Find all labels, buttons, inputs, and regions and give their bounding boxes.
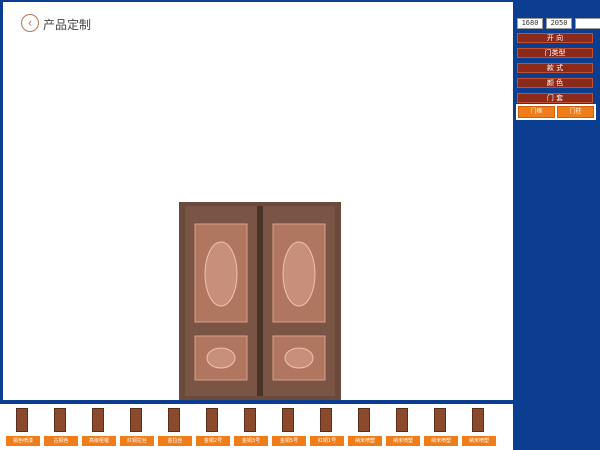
door-preview (179, 202, 341, 400)
thumbnail-label: 金铜3号 (234, 436, 268, 446)
thumbnail-item[interactable]: 红铜1号 (310, 408, 344, 448)
thumbnail-label: 古铜色 (44, 436, 78, 446)
door-pillar-button[interactable]: 门柱 (557, 106, 594, 118)
height-input[interactable]: 2050 (546, 18, 572, 29)
chevron-left-icon[interactable]: ‹ (21, 14, 39, 32)
thumbnail-label: 纳米喷塑 (462, 436, 496, 446)
thumbnail-item[interactable]: 金铜3号 (234, 408, 268, 448)
thumbnail-label: 铜色喷漆 (6, 436, 40, 446)
thumbnail-label: 纳米喷塑 (386, 436, 420, 446)
swatch (320, 408, 332, 432)
thumbnail-label: 红铜1号 (310, 436, 344, 446)
swatch (472, 408, 484, 432)
thumbnail-label: 纳米喷塑 (424, 436, 458, 446)
thumbnail-label: 金拉丝 (158, 436, 192, 446)
swatch (130, 408, 142, 432)
thumbnail-item[interactable]: 金铜2号 (196, 408, 230, 448)
extra-input[interactable] (575, 18, 600, 29)
frame-options: 门框 门柱 (516, 104, 596, 120)
thumbnail-label: 红铜拉丝 (120, 436, 154, 446)
thumbnail-item[interactable]: 金拉丝 (158, 408, 192, 448)
customization-sidebar: 1680 2050 开 向 门类型 款 式 颜 色 门 套 门框 门柱 (513, 0, 600, 450)
thumbnail-label: 纳米喷塑 (348, 436, 382, 446)
thumbnail-item[interactable]: 古铜色 (44, 408, 78, 448)
door-frame-button[interactable]: 门框 (518, 106, 555, 118)
swatch (396, 408, 408, 432)
page-title: 产品定制 (43, 18, 92, 32)
option-menu: 开 向 门类型 款 式 颜 色 门 套 (517, 33, 593, 108)
thumbnail-label: 高级哑银 (82, 436, 116, 446)
swatch (282, 408, 294, 432)
swatch (206, 408, 218, 432)
menu-open-direction[interactable]: 开 向 (517, 33, 593, 43)
thumbnail-item[interactable]: 高级哑银 (82, 408, 116, 448)
menu-door-frame[interactable]: 门 套 (517, 93, 593, 103)
thumbnail-label: 金铜2号 (196, 436, 230, 446)
swatch (434, 408, 446, 432)
dimension-inputs: 1680 2050 (517, 18, 600, 29)
thumbnail-item[interactable]: 纳米喷塑 (386, 408, 420, 448)
width-input[interactable]: 1680 (517, 18, 543, 29)
swatch (358, 408, 370, 432)
thumbnail-item[interactable]: 红铜拉丝 (120, 408, 154, 448)
menu-style[interactable]: 款 式 (517, 63, 593, 73)
thumbnail-item[interactable]: 纳米喷塑 (424, 408, 458, 448)
thumbnail-item[interactable]: 纳米喷塑 (348, 408, 382, 448)
thumbnail-item[interactable]: 金铜5号 (272, 408, 306, 448)
thumbnail-label: 金铜5号 (272, 436, 306, 446)
swatch (54, 408, 66, 432)
color-thumbnail-strip: 铜色喷漆 古铜色 高级哑银 红铜拉丝 金拉丝 金铜2号 金铜3号 金铜5号 红铜… (0, 402, 513, 450)
swatch (244, 408, 256, 432)
thumbnail-item[interactable]: 纳米喷塑 (462, 408, 496, 448)
door-preview-graphic (179, 202, 341, 400)
thumbnail-item[interactable]: 铜色喷漆 (6, 408, 40, 448)
menu-door-type[interactable]: 门类型 (517, 48, 593, 58)
swatch (16, 408, 28, 432)
swatch (92, 408, 104, 432)
swatch (168, 408, 180, 432)
menu-color[interactable]: 颜 色 (517, 78, 593, 88)
